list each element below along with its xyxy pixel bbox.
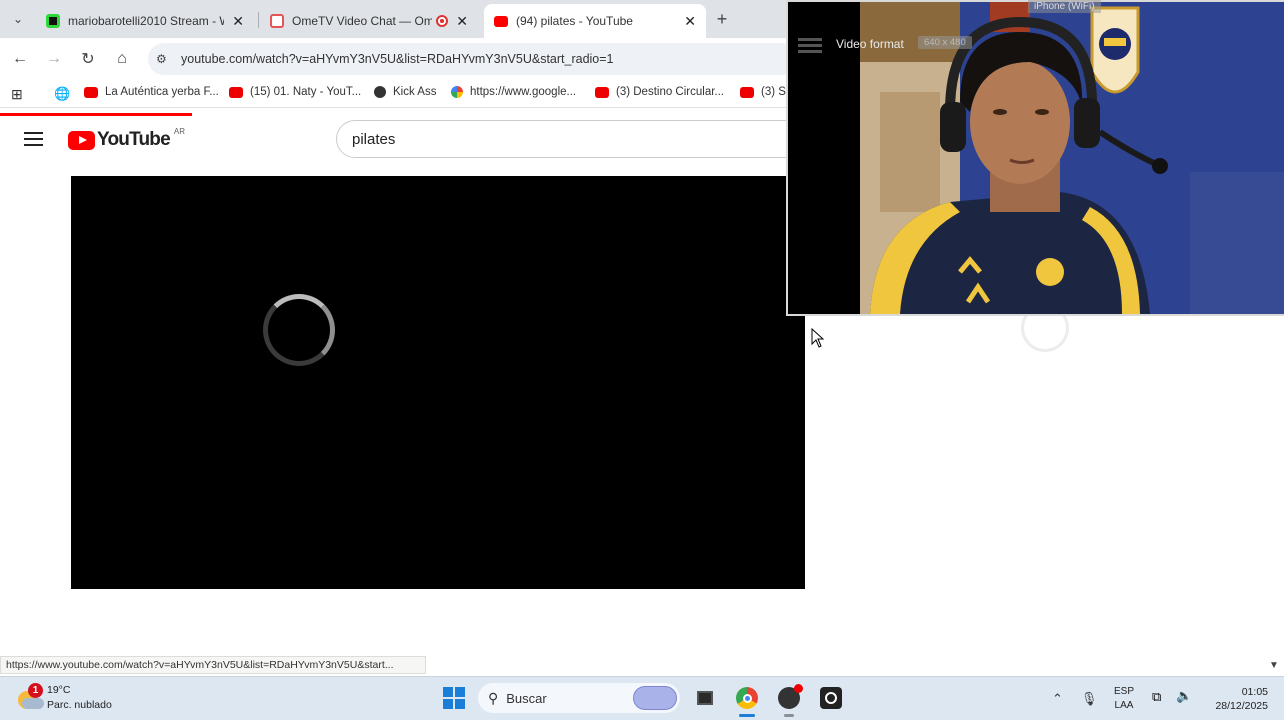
back-icon[interactable]: ← (8, 47, 32, 71)
youtube-play-icon (68, 130, 95, 150)
search-input[interactable]: pilates (336, 120, 796, 158)
start-button[interactable] (443, 687, 465, 709)
forward-icon[interactable]: → (42, 47, 66, 71)
youtube-favicon-icon (494, 15, 508, 27)
language-indicator[interactable]: ESP LAA (1114, 685, 1134, 713)
tab-ometv[interactable]: OmeTV Video Chat — Ome... ✕ (260, 4, 478, 38)
weather-icon: 1 (14, 683, 44, 711)
youtube-icon (84, 86, 98, 98)
weather-widget[interactable]: 1 19°C Parc. nublado (14, 683, 112, 713)
address-bar[interactable]: ⚙ youtube.com/watch?v=aHYvmY3nV5U&list=R… (148, 43, 798, 75)
notification-badge: 1 (28, 683, 43, 698)
loading-spinner-icon (263, 294, 335, 366)
apps-grid-icon[interactable]: ⊞ (11, 86, 23, 103)
globe-icon[interactable]: 🌐 (54, 86, 70, 102)
bookmarks-bar: ⊞ 🌐 La Auténtica yerba F... (15) 01. Nat… (0, 80, 788, 108)
chrome-profile-icon[interactable] (776, 684, 803, 717)
youtube-icon (229, 86, 243, 98)
menu-icon[interactable] (24, 132, 43, 146)
system-tray: ⌃ 🎙 (1052, 685, 1097, 713)
bookmark-item[interactable]: (3) Destino Circular... (595, 86, 724, 98)
video-player[interactable] (71, 176, 805, 589)
tab-title: OmeTV Video Chat — Ome... (292, 14, 433, 28)
tab-title: mariobarotelli2010 Stream - W... (68, 14, 225, 28)
search-highlight-art (633, 686, 677, 710)
webcam-app-icon[interactable] (818, 685, 844, 711)
ometv-favicon-icon (270, 14, 284, 28)
camera-source-select[interactable]: iPhone (WiFi) (1028, 0, 1101, 13)
search-icon: ⚲ (488, 689, 499, 706)
browser-toolbar: ← → ↻ ⌂ ⚙ youtube.com/watch?v=aHYvmY3nV5… (0, 38, 798, 80)
google-icon (451, 86, 463, 98)
status-bar-url: https://www.youtube.com/watch?v=aHYvmY3n… (0, 656, 426, 674)
home-icon[interactable]: ⌂ (110, 47, 134, 71)
chevron-up-icon[interactable]: ⌃ (1052, 691, 1063, 707)
webcam-menu-icon[interactable] (798, 38, 822, 54)
bookmark-item[interactable]: https://www.google... (451, 86, 576, 98)
taskbar-search[interactable]: ⚲ Buscar (478, 683, 680, 713)
country-code: AR (173, 126, 185, 136)
globe-icon (374, 86, 386, 98)
tab-divider (258, 12, 259, 28)
resolution-select[interactable]: 640 x 480 (918, 36, 972, 49)
youtube-icon (595, 86, 609, 98)
clock[interactable]: 01:05 28/12/2025 (1206, 685, 1268, 713)
kick-favicon-icon (46, 14, 60, 28)
volume-icon[interactable]: 🔈 (1176, 688, 1192, 704)
mouse-cursor-icon (811, 328, 825, 348)
tab-stream[interactable]: mariobarotelli2010 Stream - W... ✕ (36, 4, 254, 38)
weather-description: Parc. nublado (47, 699, 112, 711)
bookmark-item[interactable]: La Auténtica yerba F... (84, 86, 219, 98)
taskbar: 1 19°C Parc. nublado ⚲ Buscar ⌃ 🎙 ESP LA… (0, 676, 1284, 720)
bookmark-item[interactable]: Kick Ass (374, 86, 436, 98)
bookmark-item[interactable]: (3) Si (740, 86, 788, 98)
tab-search-icon[interactable]: ⌄ (6, 7, 30, 31)
file-explorer-icon[interactable] (692, 685, 718, 711)
youtube-logo[interactable]: YouTube AR (68, 126, 185, 151)
close-tab-icon[interactable]: ✕ (684, 13, 696, 30)
youtube-icon (740, 86, 754, 98)
video-format-label: Video format (836, 37, 904, 51)
site-info-icon[interactable]: ⚙ (156, 52, 167, 66)
reload-icon[interactable]: ↻ (76, 47, 100, 71)
youtube-header: YouTube AR pilates (0, 116, 796, 164)
bookmark-item[interactable]: (15) 01. Naty - YouT... (229, 86, 361, 98)
recording-icon (436, 15, 449, 27)
address-url: youtube.com/watch?v=aHYvmY3nV5U&list=RDa… (181, 52, 614, 66)
weather-temp: 19°C (47, 684, 71, 696)
webcam-overlay: Video format 640 x 480 iPhone (WiFi) (786, 0, 1284, 316)
close-tab-icon[interactable]: ✕ (456, 13, 468, 30)
tab-title: (94) pilates - YouTube (516, 14, 633, 28)
microphone-icon[interactable]: 🎙 (1081, 691, 1098, 707)
tab-youtube[interactable]: (94) pilates - YouTube ✕ (484, 4, 706, 38)
close-tab-icon[interactable]: ✕ (232, 13, 244, 30)
chrome-icon[interactable] (734, 685, 760, 717)
scroll-down-arrow-icon[interactable]: ▼ (1269, 660, 1279, 671)
network-icon[interactable]: ⧉ (1152, 689, 1161, 705)
new-tab-button[interactable]: + (710, 7, 734, 31)
browser-tab-strip: ⌄ mariobarotelli2010 Stream - W... ✕ Ome… (0, 0, 786, 38)
